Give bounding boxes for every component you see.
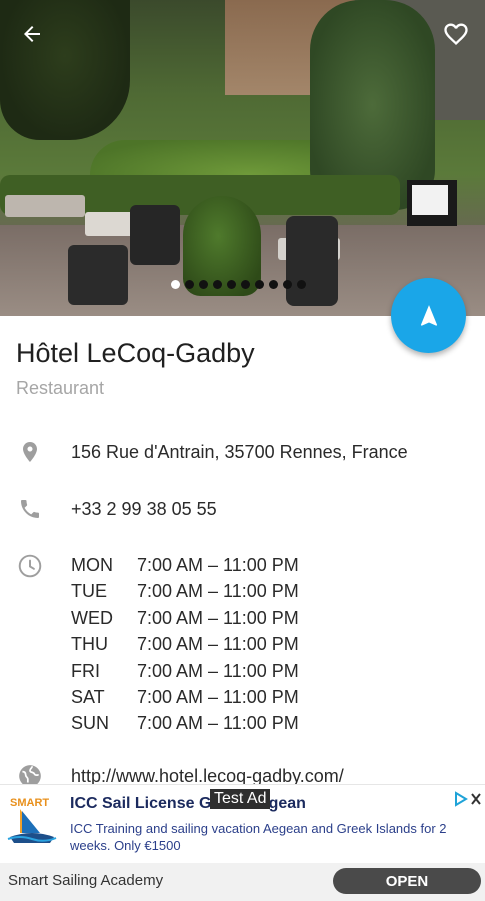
hours-day: MON [71,555,113,575]
place-title: Hôtel LeCoq-Gadby [16,338,255,368]
hours-time: 7:00 AM – 11:00 PM [137,581,299,602]
hours-row: MON 7:00 AM – 11:00 PM [71,552,299,578]
adchoices-icon[interactable] [453,791,483,807]
gallery-dot[interactable] [297,280,306,289]
sailing-academy-logo: SMART [6,793,58,845]
gallery-dot[interactable] [283,280,292,289]
back-button[interactable] [12,14,52,54]
place-category: Restaurant [16,378,105,398]
gallery-dot[interactable] [255,280,264,289]
hours-day: WED [71,607,113,628]
gallery-dot[interactable] [185,280,194,289]
hours-time: 7:00 AM – 11:00 PM [137,687,299,708]
location-pin-icon [16,438,44,466]
gallery-dot[interactable] [241,280,250,289]
clock-icon [16,552,44,580]
phone-icon [16,495,44,523]
arrow-left-icon [24,26,40,42]
gallery-dot[interactable] [213,280,222,289]
gallery-dot[interactable] [227,280,236,289]
hours-time: 7:00 AM – 11:00 PM [137,660,299,681]
hours-day: SUN [71,713,110,734]
test-ad-label: Test Ad [210,789,271,809]
photo-chair [68,245,128,305]
ad-description: ICC Training and sailing vacation Aegean… [70,821,447,853]
gallery-page-indicator [171,280,306,289]
address-text[interactable]: 156 Rue d'Antrain, 35700 Rennes, France [71,442,408,463]
open-button[interactable]: OPEN [333,868,481,894]
hero-photo[interactable] [0,0,485,316]
navigation-arrow-icon [420,304,437,326]
svg-text:SMART: SMART [10,797,49,809]
hours-row: THU 7:00 AM – 11:00 PM [71,631,299,657]
photo-chair [286,216,338,306]
hours-time: 7:00 AM – 11:00 PM [137,713,299,734]
hours-time: 7:00 AM – 11:00 PM [137,607,299,628]
hours-row: WED 7:00 AM – 11:00 PM [71,605,299,631]
navigate-button[interactable] [391,278,466,353]
hours-row: FRI 7:00 AM – 11:00 PM [71,658,299,684]
gallery-dot[interactable] [269,280,278,289]
ad-footer: Smart Sailing Academy OPEN [0,863,485,901]
favorite-button[interactable] [436,14,476,54]
opening-hours: MON 7:00 AM – 11:00 PM TUE 7:00 AM – 11:00… [71,552,299,737]
photo-chair [130,205,180,265]
hours-row: TUE 7:00 AM – 11:00 PM [71,578,299,604]
ad-title[interactable]: ICC Sail License Greek Aegean [70,795,306,813]
hours-day: TUE [71,581,107,602]
hours-row: SAT 7:00 AM – 11:00 PM [71,684,299,710]
hours-day: SAT [71,687,105,708]
heart-outline-icon [444,23,468,45]
hours-day: THU [71,634,108,655]
advertiser-name: Smart Sailing Academy [8,872,164,889]
hours-day: FRI [71,660,100,681]
phone-number[interactable]: +33 2 99 38 05 55 [71,499,217,520]
gallery-dot-active[interactable] [171,280,180,289]
ad-banner[interactable]: SMART ICC Sail License Greek Aegean Test… [0,784,485,901]
photo-table [5,195,85,217]
gallery-dot[interactable] [199,280,208,289]
hours-time: 7:00 AM – 11:00 PM [137,634,299,655]
photo-menu-sign [407,180,457,226]
hours-time: 7:00 AM – 11:00 PM [137,555,299,575]
hours-row: SUN 7:00 AM – 11:00 PM [71,710,299,736]
